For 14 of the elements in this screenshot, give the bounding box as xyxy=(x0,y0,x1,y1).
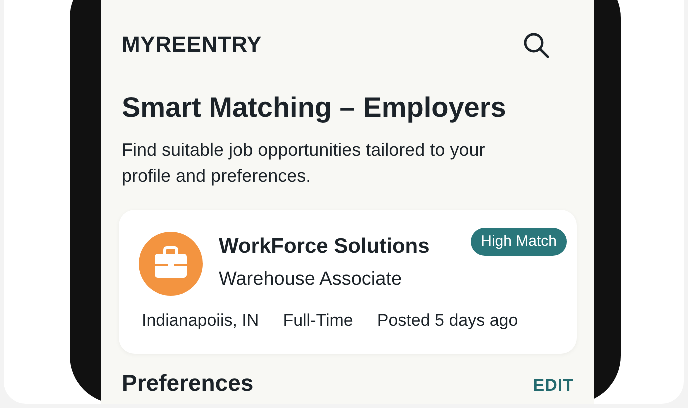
section-title: Preferences xyxy=(122,370,254,396)
posted-date: Posted 5 days ago xyxy=(377,310,518,332)
job-title: Warehouse Associate xyxy=(219,268,404,292)
edit-link[interactable]: EDIT xyxy=(533,376,574,396)
page-heading: Smart Matching – Employers xyxy=(122,91,508,125)
job-location: Indianapoiis, IN xyxy=(142,310,260,332)
match-badge: High Match xyxy=(471,228,567,256)
briefcase-icon xyxy=(139,232,203,296)
job-card[interactable]: WorkForce Solutions Warehouse Associate High Match Indianapoiis, IN Full-Time Posted 5 days ago xyxy=(119,210,577,354)
company-name: WorkForce Solutions xyxy=(219,234,431,260)
search-icon[interactable] xyxy=(523,32,550,58)
app-title: MYREENTRY xyxy=(122,32,262,58)
job-type: Full-Time xyxy=(283,310,354,332)
page-subtitle: Find suitable job opportunities tailored to your profile and preferences. xyxy=(122,139,486,188)
